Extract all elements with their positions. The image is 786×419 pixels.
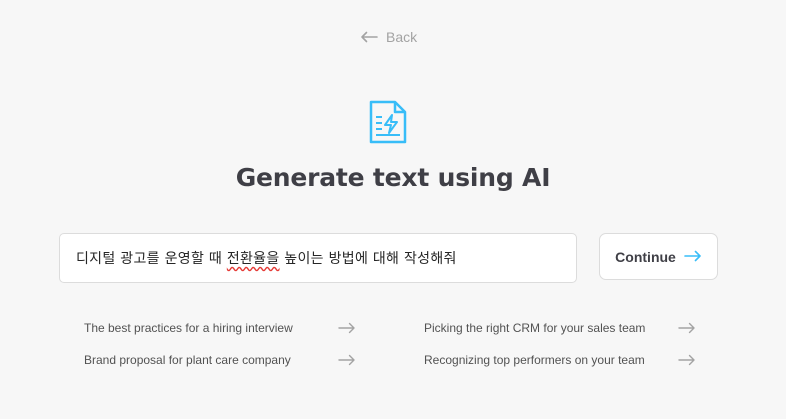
suggestion-item[interactable]: The best practices for a hiring intervie… [84, 318, 356, 338]
arrow-right-icon [338, 354, 356, 366]
suggestion-label: Picking the right CRM for your sales tea… [424, 321, 646, 335]
suggestion-item[interactable]: Brand proposal for plant care company [84, 350, 356, 370]
page-title: Generate text using AI [235, 163, 551, 192]
back-link[interactable]: Back [360, 29, 417, 45]
suggestion-item[interactable]: Picking the right CRM for your sales tea… [424, 318, 696, 338]
suggestion-label: Recognizing top performers on your team [424, 353, 645, 367]
arrow-right-icon [678, 322, 696, 334]
suggestion-item[interactable]: Recognizing top performers on your team [424, 350, 696, 370]
prompt-input[interactable]: 디지털 광고를 운영할 때 전환율을 높이는 방법에 대해 작성해줘 [59, 233, 577, 283]
back-label: Back [386, 29, 418, 45]
prompt-text-part: 디지털 광고를 운영할 때 [76, 251, 227, 267]
arrow-right-icon [684, 249, 702, 265]
arrow-left-icon [360, 31, 378, 43]
continue-button[interactable]: Continue [599, 233, 718, 280]
spellcheck-word: 전환율을 [226, 251, 280, 267]
suggestion-label: The best practices for a hiring intervie… [84, 321, 293, 335]
document-lightning-icon [367, 98, 411, 146]
arrow-right-icon [338, 322, 356, 334]
arrow-right-icon [678, 354, 696, 366]
continue-label: Continue [615, 248, 676, 265]
prompt-text: 디지털 광고를 운영할 때 전환율을 높이는 방법에 대해 작성해줘 [76, 248, 457, 268]
page: Back Generate text using AI 디지털 광고를 운영할 … [0, 0, 786, 419]
suggestion-label: Brand proposal for plant care company [84, 353, 291, 367]
prompt-text-part: 높이는 방법에 대해 작성해줘 [279, 251, 457, 267]
